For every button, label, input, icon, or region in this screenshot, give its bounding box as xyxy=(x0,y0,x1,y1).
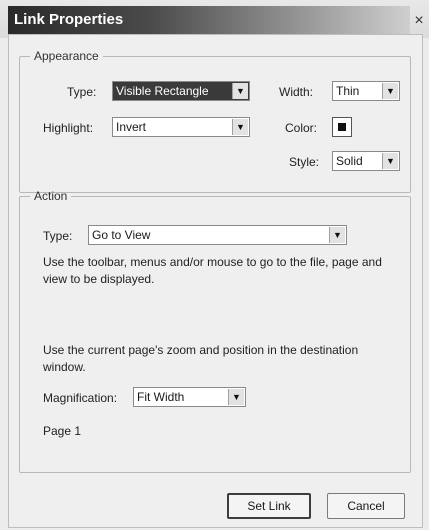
width-label: Width: xyxy=(279,85,314,99)
chevron-down-icon: ▼ xyxy=(382,83,398,99)
action-instructions: Use the toolbar, menus and/or mouse to g… xyxy=(43,255,382,286)
style-select[interactable]: Solid ▼ xyxy=(332,151,400,171)
title-bar: Link Properties × xyxy=(0,0,429,38)
set-link-button[interactable]: Set Link xyxy=(227,493,311,519)
dialog-body: Appearance Type: Visible Rectangle ▼ Hig… xyxy=(8,34,423,528)
magnification-value: Fit Width xyxy=(137,390,185,404)
close-icon[interactable]: × xyxy=(411,12,427,30)
action-type-label: Type: xyxy=(43,229,73,243)
chevron-down-icon: ▼ xyxy=(232,83,248,99)
highlight-select[interactable]: Invert ▼ xyxy=(112,117,250,137)
chevron-down-icon: ▼ xyxy=(329,227,345,243)
window-title: Link Properties xyxy=(14,11,124,28)
style-value: Solid xyxy=(336,154,363,168)
color-picker-button[interactable] xyxy=(332,117,352,137)
appearance-type-label: Type: xyxy=(67,85,97,99)
width-select[interactable]: Thin ▼ xyxy=(332,81,400,101)
zoom-note: Use the current page's zoom and position… xyxy=(43,343,359,374)
highlight-value: Invert xyxy=(116,120,147,134)
magnification-label: Magnification: xyxy=(43,391,118,405)
appearance-legend: Appearance xyxy=(34,49,99,63)
highlight-label: Highlight: xyxy=(43,121,94,135)
color-swatch xyxy=(338,123,346,131)
chevron-down-icon: ▼ xyxy=(228,389,244,405)
width-value: Thin xyxy=(336,84,360,98)
cancel-button[interactable]: Cancel xyxy=(327,493,405,519)
magnification-select[interactable]: Fit Width ▼ xyxy=(133,387,246,407)
chevron-down-icon: ▼ xyxy=(382,153,398,169)
action-legend: Action xyxy=(34,189,68,203)
appearance-type-select[interactable]: Visible Rectangle ▼ xyxy=(112,81,250,101)
appearance-type-value: Visible Rectangle xyxy=(116,84,209,98)
color-label: Color: xyxy=(285,121,318,135)
action-type-value: Go to View xyxy=(92,228,151,242)
action-type-select[interactable]: Go to View ▼ xyxy=(88,225,347,245)
style-label: Style: xyxy=(289,155,320,169)
page-label: Page 1 xyxy=(43,424,82,438)
chevron-down-icon: ▼ xyxy=(232,119,248,135)
